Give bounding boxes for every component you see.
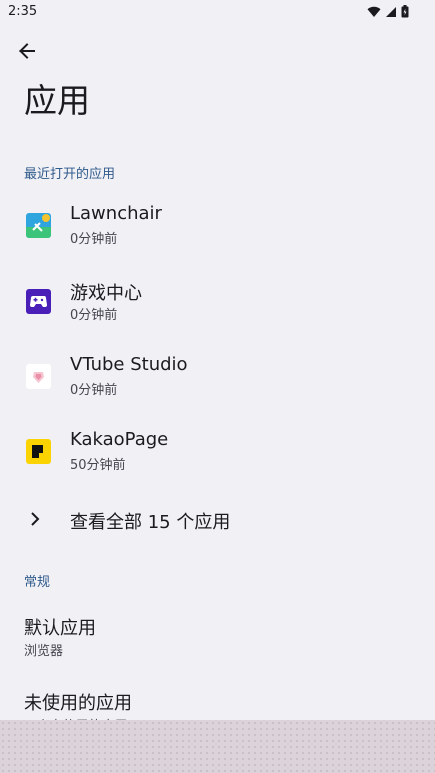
app-row-vtube-studio[interactable]: VTube Studio 0分钟前 [0,341,435,411]
default-apps-summary: 浏览器 [24,644,64,659]
battery-icon [401,5,409,18]
back-button[interactable] [12,36,42,66]
vtube-studio-icon [26,364,51,389]
kakaopage-icon [26,439,51,464]
cell-signal-icon [386,6,396,17]
status-time: 2:35 [8,4,38,19]
default-apps-title: 默认应用 [24,618,96,639]
chevron-right-icon [31,512,40,526]
wifi-icon [367,6,381,17]
game-center-icon [26,289,51,314]
status-icons [367,5,409,18]
arrow-back-icon [19,43,35,59]
app-last-used: 0分钟前 [70,232,118,247]
recent-apps-header: 最近打开的应用 [24,167,116,182]
lawnchair-icon [26,213,51,238]
status-bar: 2:35 [0,0,435,24]
app-row-kakaopage[interactable]: KakaoPage 50分钟前 [0,416,435,486]
unused-apps-title: 未使用的应用 [24,693,132,714]
see-all-apps-button[interactable]: 查看全部 15 个应用 [0,496,435,544]
app-name: 游戏中心 [70,283,142,304]
app-last-used: 0分钟前 [70,308,118,323]
app-row-lawnchair[interactable]: Lawnchair 0分钟前 [0,190,435,260]
app-last-used: 50分钟前 [70,458,126,473]
see-all-apps-label: 查看全部 15 个应用 [70,512,231,533]
app-name: VTube Studio [70,354,188,375]
page-title: 应用 [24,81,90,120]
app-row-game-center[interactable]: 游戏中心 0分钟前 [0,266,435,336]
app-name: KakaoPage [70,429,169,450]
app-last-used: 0分钟前 [70,383,118,398]
general-header: 常规 [24,575,51,590]
default-apps-item[interactable]: 默认应用 浏览器 [0,608,435,668]
app-name: Lawnchair [70,203,162,224]
bottom-overlay [0,720,435,773]
